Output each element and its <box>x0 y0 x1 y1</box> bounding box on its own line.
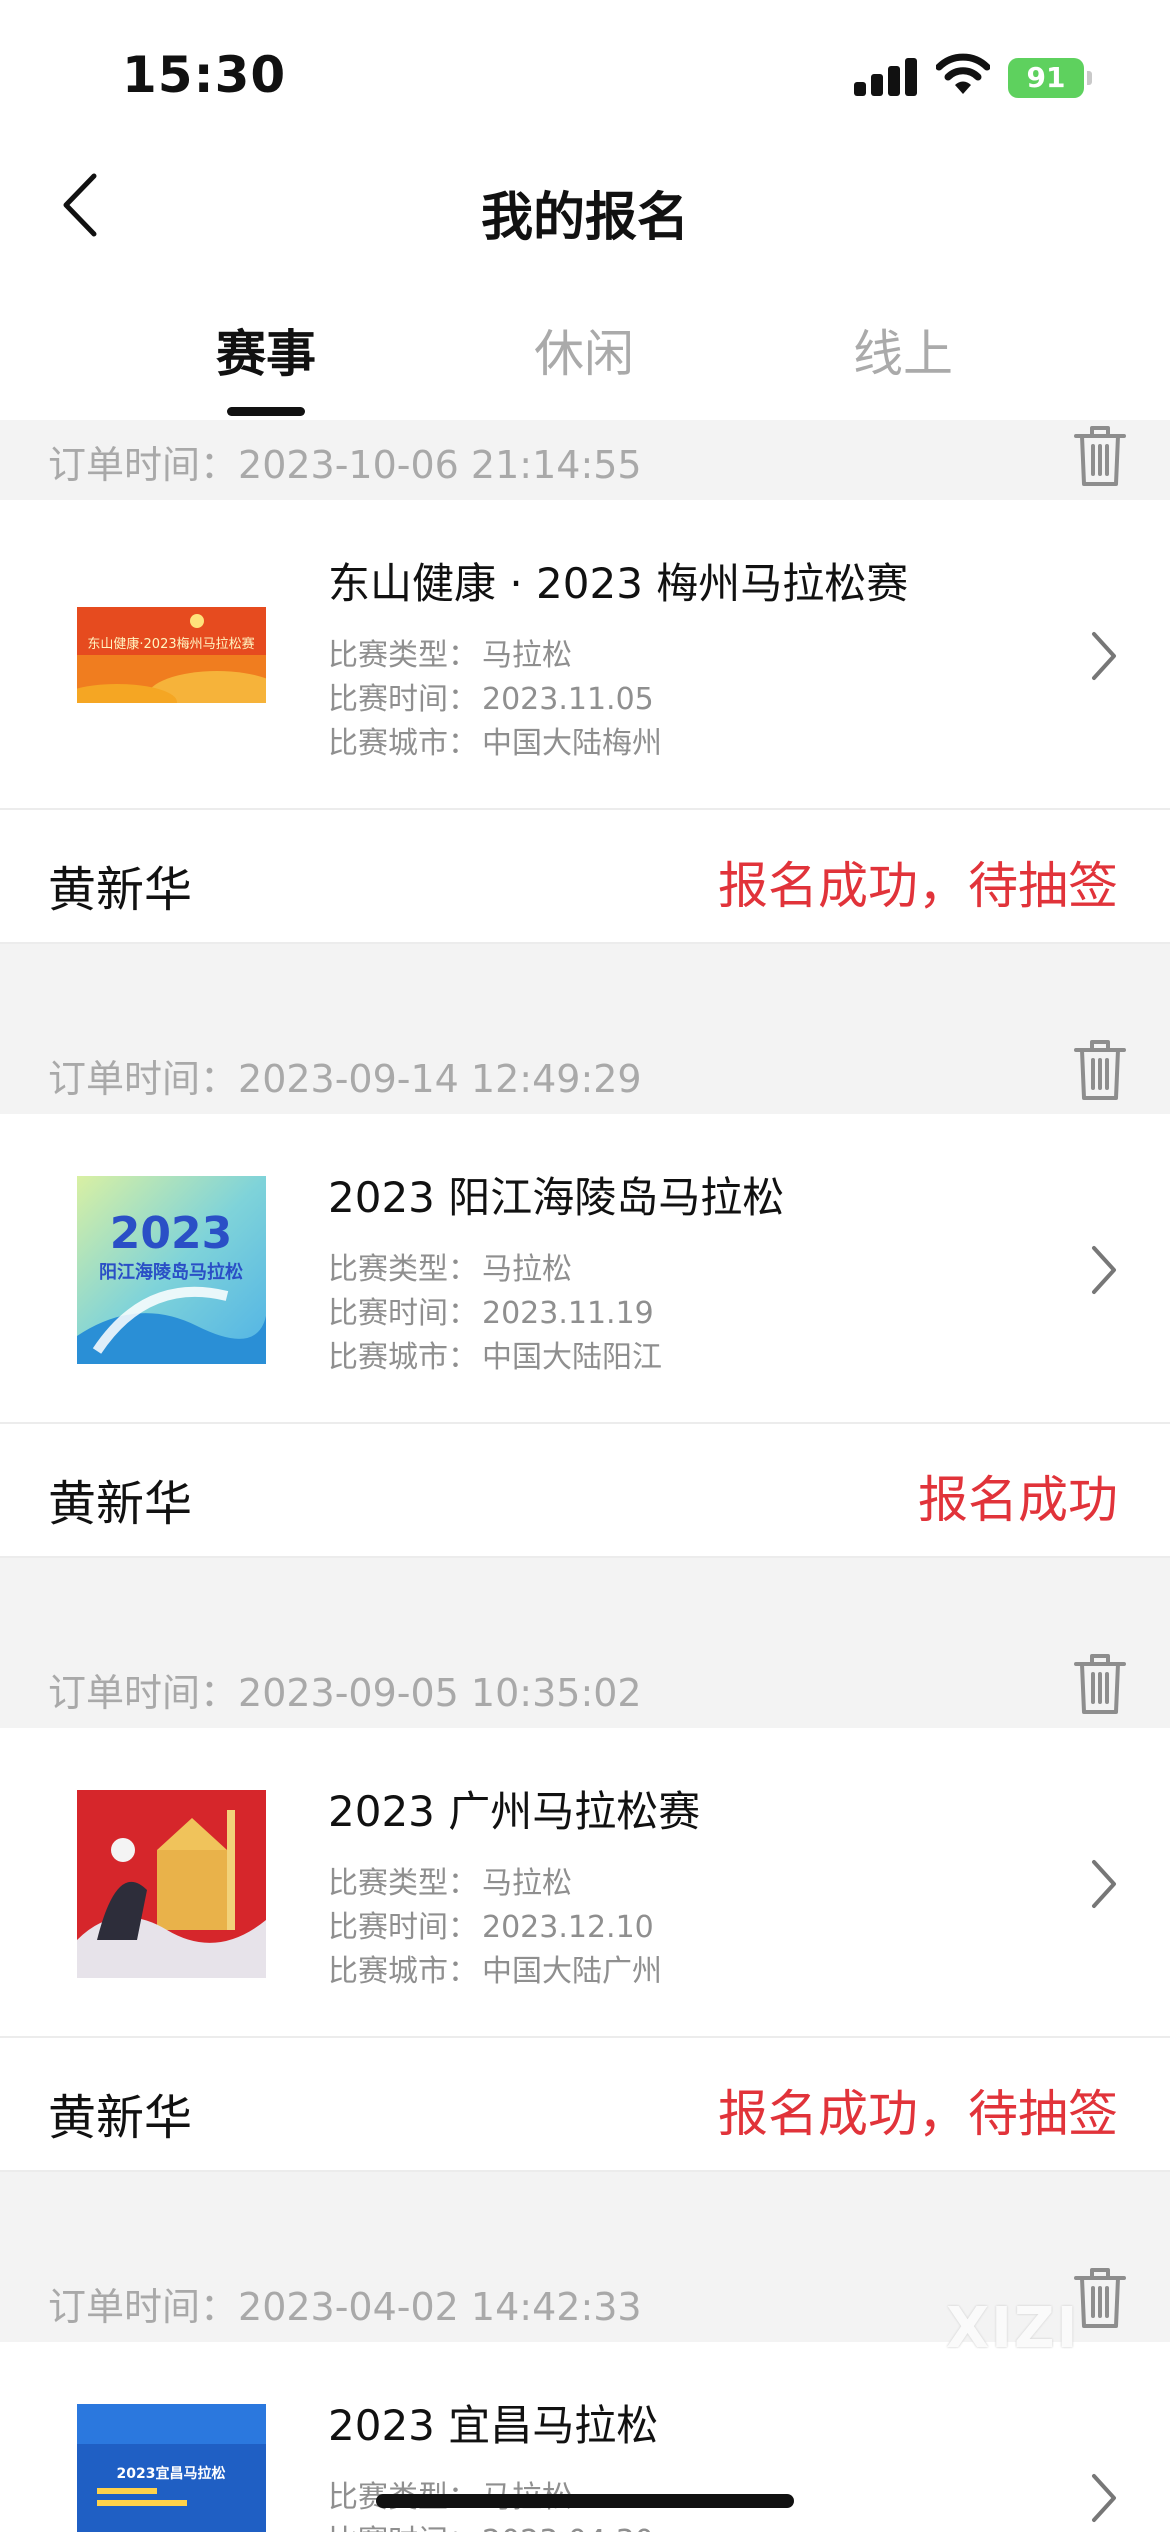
event-type: 比赛类型：马拉松 <box>328 1866 572 1901</box>
section-gap <box>0 944 1170 1034</box>
svg-text:东山健康·2023梅州马拉松赛: 东山健康·2023梅州马拉松赛 <box>87 636 254 652</box>
section-gap <box>0 2172 1170 2262</box>
chevron-right-icon[interactable] <box>1088 630 1120 682</box>
tab-bar: 赛事 休闲 线上 <box>0 300 1170 420</box>
event-thumbnail-yichang: 2023宜昌马拉松 <box>77 2404 266 2532</box>
event-city: 比赛城市： 中国大陆梅州 <box>328 726 662 761</box>
registration-status: 报名成功 <box>918 1471 1118 1529</box>
status-time: 15:30 <box>122 46 287 104</box>
chevron-right-icon[interactable] <box>1088 1858 1120 1910</box>
event-date: 比赛时间：2023.04.30 <box>328 2516 654 2532</box>
registrant-name: 黄新华 <box>48 862 193 918</box>
battery-icon: 91 <box>1008 58 1092 98</box>
screen: 15:30 91 我的报名 赛事 休闲 线上 订单时间：2023-10-06 2… <box>0 0 1170 2532</box>
event-type: 比赛类型：马拉松 <box>328 638 572 673</box>
section-gap <box>0 1558 1170 1648</box>
event-card[interactable]: 2023 阳江海陵岛马拉松 2023 阳江海陵岛马拉松 比赛类型： 马拉松 比赛时… <box>0 1114 1170 1424</box>
event-type: 比赛类型：马拉松 <box>328 1252 572 1287</box>
registrant-name: 黄新华 <box>48 1476 193 1532</box>
wifi-icon <box>936 53 990 94</box>
chevron-right-icon[interactable] <box>1088 1244 1120 1296</box>
event-card[interactable]: 2023 广州马拉松赛 比赛类型： 马拉松 比赛时间： 2023.12.10 比赛城… <box>0 1728 1170 2038</box>
event-thumbnail-yangjiang: 2023 阳江海陵岛马拉松 <box>77 1176 266 1364</box>
event-date: 比赛时间： 2023.11.19 <box>328 1296 654 1331</box>
event-date: 比赛时间： 2023.11.05 <box>328 682 654 717</box>
order-header: 订单时间：2023-10-06 21:14:55 <box>0 420 1170 500</box>
order-header: 订单时间：2023-09-14 12:49:29 <box>0 1034 1170 1114</box>
battery-level: 91 <box>1026 61 1066 94</box>
svg-text:2023宜昌马拉松: 2023宜昌马拉松 <box>117 2465 226 2482</box>
trash-icon[interactable] <box>1072 1652 1128 1716</box>
event-title: 2023 广州马拉松赛 <box>328 1787 701 1836</box>
event-city: 比赛城市： 中国大陆阳江 <box>328 1340 662 1375</box>
event-thumbnail-guangzhou <box>77 1790 266 1978</box>
event-title: 2023 宜昌马拉松 <box>328 2401 659 2450</box>
nav-bar: 我的报名 <box>0 150 1170 260</box>
registration-status-row: 黄新华 报名成功，待抽签 <box>0 2038 1170 2172</box>
trash-icon[interactable] <box>1072 424 1128 488</box>
home-indicator[interactable] <box>376 2494 794 2508</box>
event-title: 2023 阳江海陵岛马拉松 <box>328 1173 785 1222</box>
chevron-right-icon[interactable] <box>1088 2472 1120 2524</box>
registrant-name: 黄新华 <box>48 2090 193 2146</box>
order-header: 订单时间：2023-09-05 10:35:02 <box>0 1648 1170 1728</box>
watermark: XIZI <box>946 2296 1080 2361</box>
svg-text:阳江海陵岛马拉松: 阳江海陵岛马拉松 <box>99 1261 243 1283</box>
registration-status: 报名成功，待抽签 <box>718 857 1118 915</box>
signal-icon <box>854 58 917 96</box>
order-time: 订单时间：2023-04-02 14:42:33 <box>48 2285 642 2329</box>
status-bar: 15:30 91 <box>0 0 1170 140</box>
event-date: 比赛时间： 2023.12.10 <box>328 1910 654 1945</box>
orders-list: 订单时间：2023-10-06 21:14:55 东山健康·2023梅州马拉松赛… <box>0 420 1170 2532</box>
tab-online[interactable]: 线上 <box>793 314 1013 386</box>
order-time: 订单时间：2023-09-14 12:49:29 <box>48 1057 642 1101</box>
event-thumbnail-meizhou: 东山健康·2023梅州马拉松赛 <box>77 607 266 703</box>
order-time: 订单时间：2023-10-06 21:14:55 <box>48 443 642 487</box>
tab-leisure[interactable]: 休闲 <box>474 314 694 386</box>
trash-icon[interactable] <box>1072 1038 1128 1102</box>
event-title: 东山健康 · 2023 梅州马拉松赛 <box>328 559 909 608</box>
event-city: 比赛城市： 中国大陆广州 <box>328 1954 662 1989</box>
event-card[interactable]: 东山健康·2023梅州马拉松赛 东山健康 · 2023 梅州马拉松赛 比赛类型：… <box>0 500 1170 810</box>
trash-icon[interactable] <box>1072 2266 1128 2330</box>
registration-status-row: 黄新华 报名成功 <box>0 1424 1170 1558</box>
registration-status: 报名成功，待抽签 <box>718 2085 1118 2143</box>
active-tab-indicator <box>227 407 305 416</box>
order-time: 订单时间：2023-09-05 10:35:02 <box>48 1671 642 1715</box>
svg-text:2023: 2023 <box>110 1208 232 1259</box>
registration-status-row: 黄新华 报名成功，待抽签 <box>0 810 1170 944</box>
page-title: 我的报名 <box>480 188 689 248</box>
tab-events[interactable]: 赛事 <box>156 314 376 386</box>
